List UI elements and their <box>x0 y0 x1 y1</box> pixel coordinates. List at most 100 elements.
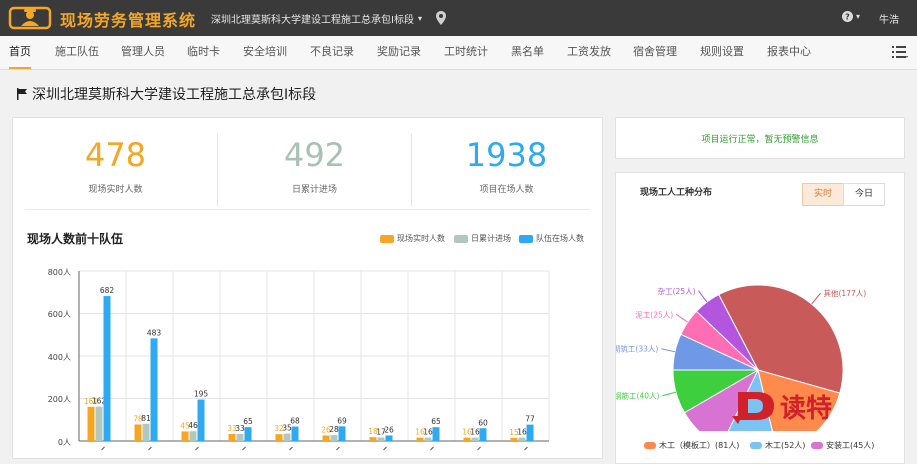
dashboard-panel: 478 现场实时人数 492 日累计进场 1938 项目在场人数 现场人数前十队… <box>12 117 603 459</box>
bar <box>197 399 205 441</box>
bar <box>322 435 330 441</box>
page-title: 深圳北理莫斯科大学建设工程施工总承包I标段 <box>16 84 316 104</box>
legend-swatch <box>750 442 762 449</box>
x-tick-mark <box>477 446 481 451</box>
nav-safety-training[interactable]: 安全培训 <box>243 36 287 67</box>
bar <box>424 437 432 441</box>
y-tick-label: 200人 <box>48 395 71 404</box>
stat-project-onsite: 1938 项目在场人数 <box>411 118 602 208</box>
bar <box>518 437 526 441</box>
nav-bad-records[interactable]: 不良记录 <box>310 36 354 67</box>
pie-label-line <box>661 348 676 353</box>
app-title: 现场劳务管理系统 <box>60 11 197 30</box>
x-tick-mark <box>383 446 387 451</box>
legend-item[interactable]: 现场实时人数 <box>380 233 445 244</box>
legend-swatch <box>454 234 468 243</box>
bar <box>338 426 346 441</box>
x-tick-mark <box>242 446 246 451</box>
bar-value-label: 483 <box>147 328 162 337</box>
alert-box: 项目运行正常，暂无预警信息 <box>615 117 905 159</box>
bar-chart-title: 现场人数前十队伍 <box>27 232 124 246</box>
stat-label: 日累计进场 <box>291 185 337 195</box>
legend-swatch <box>380 234 394 243</box>
bar <box>471 437 479 441</box>
bar <box>189 431 197 441</box>
bar <box>236 433 244 441</box>
nav-dormitory[interactable]: 宿舍管理 <box>633 36 677 67</box>
help-button[interactable]: ? ▾ <box>842 11 860 22</box>
project-select[interactable]: 深圳北理莫斯科大学建设工程施工总承包I标段 ▾ <box>211 11 422 26</box>
pie-label-line <box>698 290 708 303</box>
pie-label-line <box>675 313 689 323</box>
bar <box>244 427 252 441</box>
legend-swatch <box>811 442 823 449</box>
nav-temp-card[interactable]: 临时卡 <box>187 36 220 67</box>
pie-legend-item[interactable]: 木工（模板工）(81人) <box>644 440 739 451</box>
bar-value-label: 77 <box>525 415 535 424</box>
nav-reward-records[interactable]: 奖励记录 <box>377 36 421 67</box>
question-circle-icon: ? <box>842 11 853 22</box>
bar <box>87 406 95 441</box>
nav-managers[interactable]: 管理人员 <box>121 36 165 67</box>
bar <box>181 431 189 441</box>
bar <box>385 435 393 441</box>
stat-realtime: 478 现场实时人数 <box>13 118 218 208</box>
pie-legend-item[interactable]: 木工(52人) <box>750 440 805 451</box>
stat-value: 478 <box>84 136 147 174</box>
pie-slice-label: 钢筋工(40人) <box>616 391 659 401</box>
bar <box>377 437 385 441</box>
pie-slice-label: 其他(177人) <box>824 288 867 298</box>
worker-logo-icon <box>8 6 52 30</box>
bar-value-label: 46 <box>188 421 198 430</box>
bar <box>479 428 487 441</box>
bar <box>134 424 142 441</box>
bar <box>275 434 283 441</box>
legend-label: 木工(52人) <box>765 441 806 450</box>
legend-label: 安装工(45人) <box>826 441 875 450</box>
bar-value-label: 16 <box>517 428 527 437</box>
bar-value-label: 68 <box>290 417 300 426</box>
x-tick-mark <box>101 446 105 451</box>
pie-legend-item[interactable]: 安装工(45人) <box>811 440 874 451</box>
nav-construction-teams[interactable]: 施工队伍 <box>55 36 99 67</box>
bar-value-label: 26 <box>384 425 394 434</box>
flag-icon <box>17 88 27 100</box>
nav-blacklist[interactable]: 黑名单 <box>511 36 544 67</box>
bar <box>330 435 338 441</box>
nav-work-hours[interactable]: 工时统计 <box>444 36 488 67</box>
bar-value-label: 28 <box>329 425 339 434</box>
nav-rules[interactable]: 规则设置 <box>700 36 744 67</box>
bar <box>103 296 111 441</box>
nav-reports[interactable]: 报表中心 <box>767 36 811 67</box>
stat-daily-entry: 492 日累计进场 <box>218 118 411 208</box>
bar-value-label: 195 <box>194 390 209 399</box>
bar <box>291 426 299 441</box>
location-pin-icon[interactable] <box>436 11 446 25</box>
bar <box>526 424 534 441</box>
legend-swatch <box>519 234 533 243</box>
legend-item[interactable]: 日累计进场 <box>454 233 511 244</box>
caret-down-icon: ▾ <box>856 12 861 21</box>
page-title-text: 深圳北理莫斯科大学建设工程施工总承包I标段 <box>32 87 317 103</box>
bar <box>283 433 291 441</box>
main-nav: 首页 施工队伍 管理人员 临时卡 安全培训 不良记录 奖励记录 工时统计 黑名单… <box>0 36 917 70</box>
bar-value-label: 16 <box>423 428 433 437</box>
watermark-text: 读特 <box>780 393 832 424</box>
menu-list-icon[interactable] <box>892 46 908 58</box>
pie-label-line <box>662 391 677 397</box>
y-tick-label: 800人 <box>48 268 71 277</box>
bar <box>150 338 158 441</box>
legend-item[interactable]: 队伍在场人数 <box>519 233 584 244</box>
bar-value-label: 81 <box>141 414 151 423</box>
x-tick-mark <box>195 446 199 451</box>
legend-label: 队伍在场人数 <box>536 234 584 243</box>
bar <box>228 433 236 441</box>
svg-text:?: ? <box>845 13 850 22</box>
legend-label: 木工（模板工）(81人) <box>659 441 740 450</box>
user-name[interactable]: 牛浩 <box>879 11 899 26</box>
bar <box>510 437 518 441</box>
nav-payroll[interactable]: 工资发放 <box>567 36 611 67</box>
nav-home[interactable]: 首页 <box>9 36 31 69</box>
bar-value-label: 65 <box>431 417 441 426</box>
x-tick-mark <box>524 446 528 451</box>
